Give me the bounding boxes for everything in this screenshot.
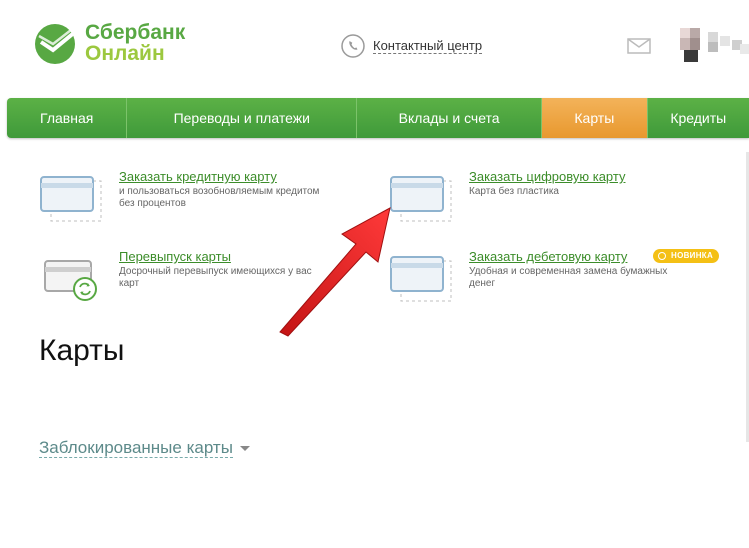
- blocked-cards-label[interactable]: Заблокированные карты: [39, 438, 233, 458]
- nav-item-deposits[interactable]: Вклады и счета: [357, 98, 543, 138]
- phone-icon: [341, 34, 365, 58]
- credit-card-icon: [40, 176, 102, 222]
- sberbank-logo[interactable]: Сбербанк Онлайн: [33, 22, 193, 66]
- card-reissue-icon: [44, 260, 97, 301]
- blocked-cards-toggle[interactable]: Заблокированные карты: [39, 438, 250, 458]
- logo-text: Сбербанк Онлайн: [85, 22, 185, 64]
- chevron-down-icon[interactable]: [239, 445, 250, 451]
- mail-icon[interactable]: [627, 38, 651, 54]
- new-badge: НОВИНКА: [653, 249, 720, 263]
- nav-item-cards[interactable]: Карты: [542, 98, 648, 138]
- tile-title-digital-card[interactable]: Заказать цифровую карту: [469, 169, 625, 184]
- user-avatar[interactable]: [680, 22, 749, 64]
- annotation-arrow-icon: [279, 207, 391, 337]
- tile-title-credit-card[interactable]: Заказать кредитную карту: [119, 169, 277, 184]
- page-title: Карты: [39, 334, 125, 367]
- tile-order-digital-card[interactable]: Заказать цифровую карту Карта без пласти…: [389, 169, 709, 229]
- badge-label: НОВИНКА: [671, 251, 714, 260]
- logo-line1: Сбербанк: [85, 21, 186, 44]
- nav-item-transfers[interactable]: Переводы и платежи: [127, 98, 358, 138]
- logo-line2: Онлайн: [85, 42, 165, 65]
- contact-center-link[interactable]: Контактный центр: [373, 38, 483, 54]
- nav-item-main[interactable]: Главная: [7, 98, 128, 138]
- tile-desc-debit-card: Удобная и современная замена бумажных де…: [469, 266, 668, 289]
- tile-title-debit-card[interactable]: Заказать дебетовую карту: [469, 249, 627, 264]
- tile-title-reissue[interactable]: Перевыпуск карты: [119, 249, 231, 264]
- nav-item-credits[interactable]: Кредиты: [648, 98, 749, 138]
- badge-dot-icon: [658, 252, 666, 260]
- main-nav: Главная Переводы и платежи Вклады и счет…: [7, 98, 749, 138]
- tile-desc-digital-card: Карта без пластика: [469, 186, 559, 197]
- sberbank-logo-icon: [35, 24, 77, 64]
- contact-center[interactable]: Контактный центр: [341, 33, 483, 59]
